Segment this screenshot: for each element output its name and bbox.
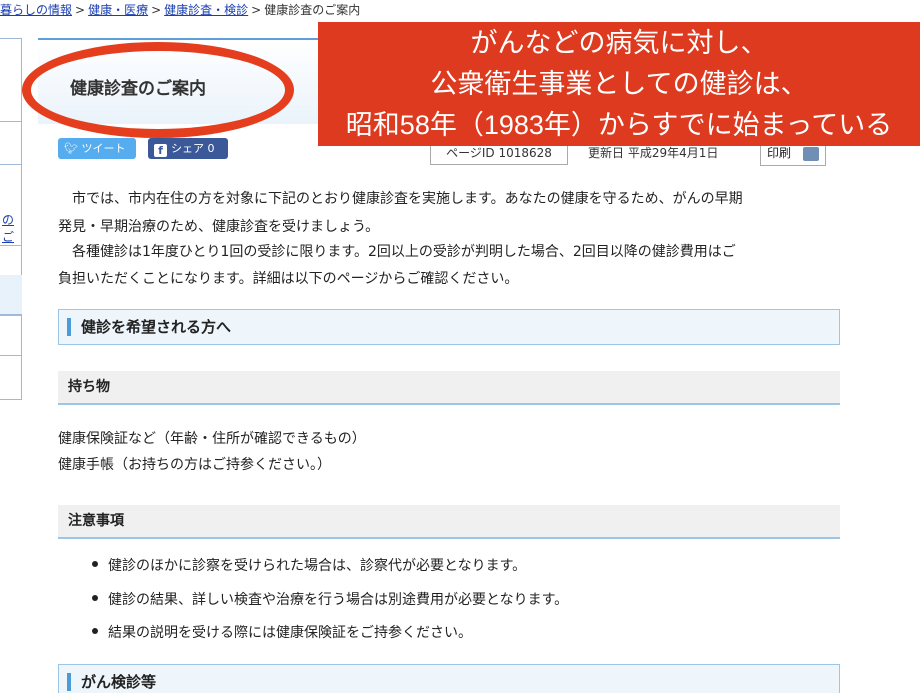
list-item-text: 結果の説明を受ける際には健康保険証をご持参ください。 bbox=[108, 625, 472, 641]
tweet-button[interactable]: 🐦︎ ツイート bbox=[58, 138, 136, 159]
annotation-line: 昭和58年（1983年）からすでに始まっている bbox=[345, 110, 893, 140]
breadcrumb: 暮らしの情報 > 健康・医療 > 健康診査・検診 > 健康診査のご案内 bbox=[0, 0, 420, 22]
intro-paragraph-line: 各種健診は1年度ひとり1回の受診に限ります。2回以上の受診が判明した場合、2回目… bbox=[58, 244, 736, 260]
sidebar-divider bbox=[0, 121, 22, 122]
annotation-banner: がんなどの病気に対し、 公衆衛生事業としての健診は、 昭和58年（1983年）か… bbox=[318, 22, 920, 146]
section-heading-hope: 健診を希望される方へ bbox=[58, 309, 840, 345]
sidebar-item-link[interactable]: のご bbox=[2, 211, 21, 245]
breadcrumb-separator: > bbox=[251, 3, 262, 17]
sidebar-divider bbox=[0, 315, 22, 316]
breadcrumb-separator: > bbox=[151, 3, 162, 17]
sidebar-divider bbox=[0, 245, 22, 246]
breadcrumb-link-living-info[interactable]: 暮らしの情報 bbox=[0, 3, 72, 17]
list-item: 健診のほかに診察を受けられた場合は、診察代が必要となります。 bbox=[92, 556, 526, 576]
bullet-icon bbox=[92, 561, 98, 567]
print-label: 印刷 bbox=[767, 146, 792, 160]
sidebar-item-active[interactable] bbox=[0, 275, 22, 315]
list-item: 健診の結果、詳しい検査や治療を行う場合は別途費用が必要となります。 bbox=[92, 590, 568, 610]
bullet-icon bbox=[92, 595, 98, 601]
bullet-icon bbox=[92, 628, 98, 634]
sidebar-divider bbox=[0, 164, 22, 165]
sidebar: のご bbox=[0, 38, 22, 400]
page-title: 健康診査のご案内 bbox=[70, 79, 206, 99]
subsection-heading-items: 持ち物 bbox=[58, 371, 840, 405]
annotation-line: がんなどの病気に対し、 bbox=[470, 28, 768, 58]
section-heading-cancer: がん検診等 bbox=[58, 664, 840, 693]
tweet-label: ツイート bbox=[81, 142, 126, 155]
breadcrumb-separator: > bbox=[75, 3, 86, 17]
list-item: 結果の説明を受ける際には健康保険証をご持参ください。 bbox=[92, 623, 472, 643]
facebook-icon: f bbox=[154, 144, 167, 157]
annotation-line: 公衆衛生事業としての健診は、 bbox=[430, 69, 808, 99]
subsection-heading-notes: 注意事項 bbox=[58, 505, 840, 539]
printer-icon bbox=[803, 147, 819, 161]
twitter-bird-icon: 🐦︎ bbox=[64, 142, 82, 155]
breadcrumb-link-checkups[interactable]: 健康診査・検診 bbox=[164, 3, 248, 17]
facebook-share-button[interactable]: f シェア 0 bbox=[148, 138, 228, 159]
list-item-text: 健診のほかに診察を受けられた場合は、診察代が必要となります。 bbox=[108, 558, 527, 574]
breadcrumb-current: 健康診査のご案内 bbox=[264, 3, 361, 17]
intro-paragraph-line: 負担いただくことになります。詳細は以下のページからご確認ください。 bbox=[58, 271, 519, 287]
intro-paragraph-line: 市では、市内在住の方を対象に下記のとおり健康診査を実施します。あなたの健康を守る… bbox=[58, 191, 743, 207]
list-item-text: 健診の結果、詳しい検査や治療を行う場合は別途費用が必要となります。 bbox=[108, 592, 569, 608]
sidebar-divider bbox=[0, 355, 22, 356]
items-text: 健康保険証など（年齢・住所が確認できるもの） bbox=[58, 431, 366, 447]
items-text: 健康手帳（お持ちの方はご持参ください。） bbox=[58, 457, 331, 473]
share-label: シェア 0 bbox=[171, 142, 215, 155]
breadcrumb-link-health-medical[interactable]: 健康・医療 bbox=[88, 3, 148, 17]
updated-date: 更新日 平成29年4月1日 bbox=[588, 146, 719, 160]
